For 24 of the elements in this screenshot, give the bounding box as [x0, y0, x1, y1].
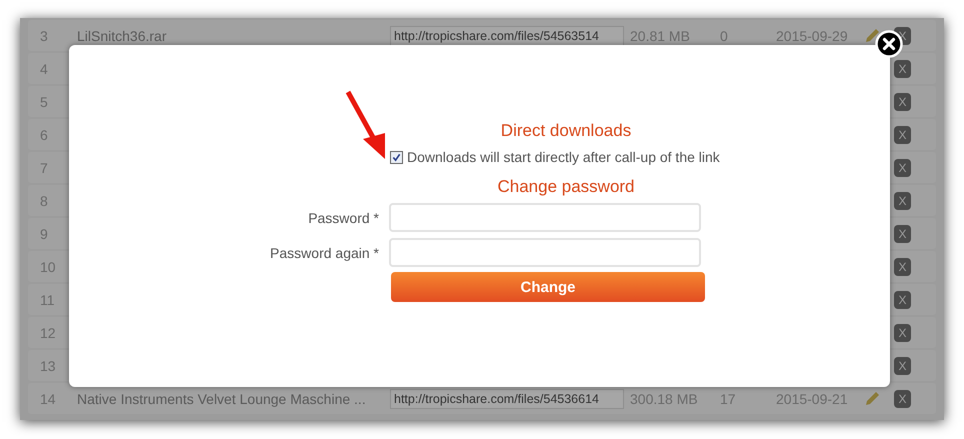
section-title: Direct downloads — [500, 121, 632, 141]
checkbox[interactable] — [390, 150, 403, 164]
delete-button[interactable]: X — [894, 92, 911, 110]
delete-button[interactable]: X — [894, 390, 911, 408]
password-field[interactable] — [389, 238, 701, 267]
link-field[interactable]: http://tropicshare.com/files/54563514 — [390, 26, 624, 46]
delete-button[interactable]: X — [894, 126, 911, 144]
delete-button[interactable]: X — [894, 356, 911, 374]
file-name: Native Instruments Velvet Lounge Maschine ... — [77, 390, 366, 406]
file-name: LilSnitch36.rar — [77, 28, 166, 44]
change-button[interactable]: Change — [391, 272, 705, 302]
delete-button[interactable]: X — [894, 192, 911, 210]
field-label: Password * — [307, 210, 379, 226]
link-field[interactable]: http://tropicshare.com/files/54536614 — [390, 388, 624, 408]
delete-button[interactable]: X — [894, 60, 911, 78]
password-field[interactable] — [389, 203, 701, 232]
section-title: Change password — [496, 177, 636, 197]
field-label: Password again * — [269, 244, 379, 260]
delete-button[interactable]: X — [894, 258, 911, 276]
delete-button[interactable]: X — [894, 158, 911, 176]
delete-button[interactable]: X — [894, 224, 911, 242]
checkbox-label: Downloads will start directly after call-up of the link — [407, 149, 720, 165]
delete-button[interactable]: X — [894, 324, 911, 342]
delete-button[interactable]: X — [894, 290, 911, 308]
